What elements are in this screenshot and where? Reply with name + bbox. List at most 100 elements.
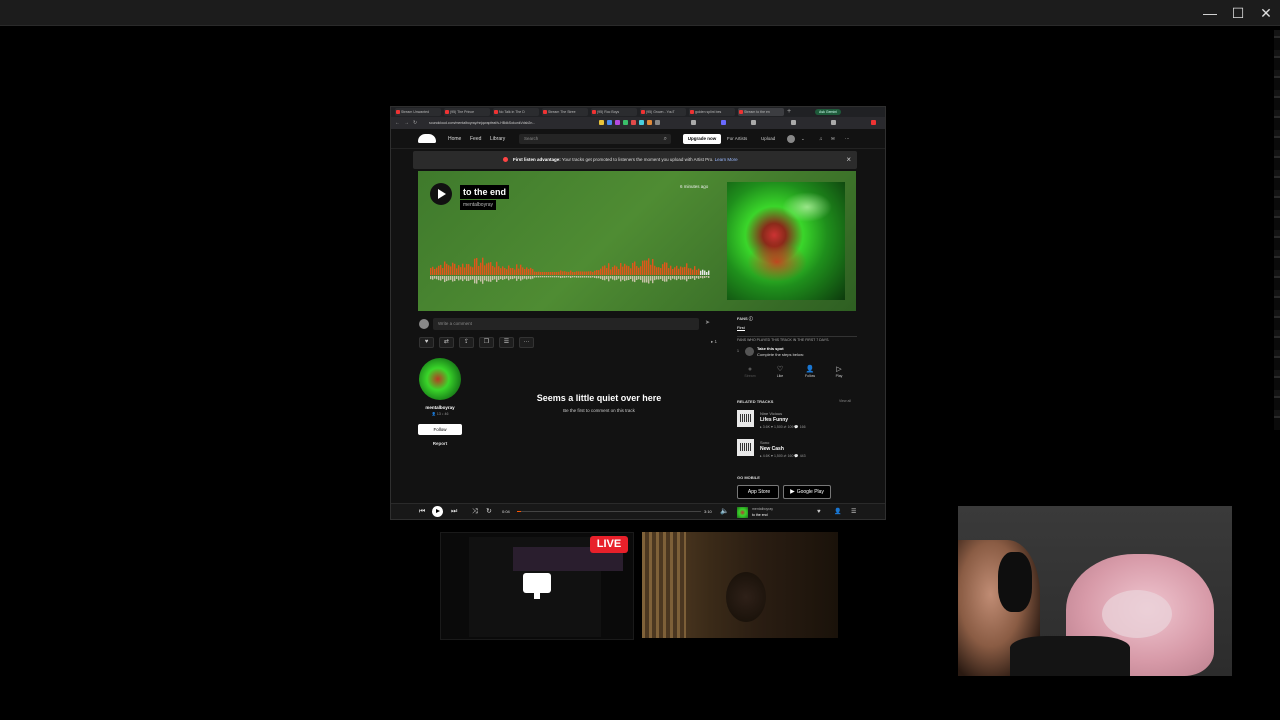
learn-more-link[interactable]: Learn More <box>715 157 738 162</box>
player-play-button[interactable] <box>432 506 443 517</box>
share-button[interactable]: ⇪ <box>459 337 474 348</box>
extension-icon[interactable] <box>871 120 876 125</box>
more-button[interactable]: ··· <box>519 337 534 348</box>
extension-icon[interactable] <box>721 120 726 125</box>
extension-icon[interactable] <box>607 120 612 125</box>
tab-item[interactable]: (95) The Prince <box>444 108 490 116</box>
user-icon[interactable]: 👤 <box>834 507 841 517</box>
mail-icon[interactable]: ✉ <box>831 135 835 143</box>
upload-link[interactable]: Upload <box>761 135 775 143</box>
previous-icon[interactable]: ⏮ <box>419 507 425 517</box>
tab-item[interactable]: No Talk in The D <box>493 108 539 116</box>
add-to-playlist-button[interactable]: ☰ <box>499 337 514 348</box>
tab-item[interactable]: Stream Unwanted <box>395 108 441 116</box>
url-field[interactable]: soundcloud.com/mentalboyray/nnjqwapfeaf/… <box>429 119 559 127</box>
tab-item[interactable]: golden splint bes <box>689 108 735 116</box>
nav-library[interactable]: Library <box>490 135 505 143</box>
waveform-reflection <box>602 276 604 280</box>
waveform-bar <box>690 268 692 275</box>
copy-link-button[interactable]: ❐ <box>479 337 494 348</box>
waveform-bar <box>500 268 502 275</box>
extension-icon[interactable] <box>623 120 628 125</box>
chevron-down-icon[interactable]: ⌄ <box>801 135 805 143</box>
player-title[interactable]: to the end <box>752 513 768 517</box>
more-icon[interactable]: ⋯ <box>845 135 850 143</box>
waveform-reflection <box>480 276 482 282</box>
waveform-reflection <box>652 276 654 284</box>
progress-bar[interactable] <box>517 511 701 512</box>
google-play-button[interactable]: ▶ Google Play <box>783 485 831 499</box>
extension-icon[interactable] <box>655 120 660 125</box>
waveform-bar <box>646 260 648 275</box>
like-button[interactable]: ♥ <box>419 337 434 348</box>
tab-item[interactable]: (95) Roc Boys <box>591 108 637 116</box>
tab-item-active[interactable]: Stream to the en <box>738 108 784 116</box>
search-icon[interactable]: ⌕ <box>664 134 667 144</box>
nav-home[interactable]: Home <box>448 135 461 143</box>
back-icon[interactable]: ← <box>395 119 400 127</box>
related-title[interactable]: Lifes Funny <box>760 417 788 423</box>
fan-step-like[interactable]: ♡ Like <box>769 365 791 378</box>
fan-step-play[interactable]: ▷ Play <box>828 365 850 378</box>
comment-input[interactable]: Write a comment <box>433 318 699 330</box>
send-icon[interactable]: ➤ <box>705 319 710 326</box>
tab-first[interactable]: First <box>737 325 745 331</box>
avatar[interactable] <box>787 135 795 143</box>
waveform-bar <box>700 270 702 275</box>
extension-icon[interactable] <box>691 120 696 125</box>
extension-icon[interactable] <box>599 120 604 125</box>
artist-name[interactable]: mentalboyray <box>413 405 467 410</box>
waveform-bar <box>610 269 612 275</box>
repeat-icon[interactable]: ↻ <box>486 507 492 517</box>
related-title[interactable]: New Cash <box>760 446 784 452</box>
queue-icon[interactable]: ☰ <box>851 507 856 517</box>
waveform-bar <box>448 265 450 275</box>
close-icon[interactable]: × <box>846 154 851 166</box>
view-all-link[interactable]: View all <box>839 399 851 403</box>
artist-avatar[interactable] <box>419 358 461 400</box>
forward-icon[interactable]: → <box>404 119 409 127</box>
app-store-button[interactable]: App Store <box>737 485 779 499</box>
maximize-button[interactable]: ☐ <box>1224 0 1252 26</box>
waveform[interactable] <box>430 253 712 287</box>
player-artist[interactable]: mentalboyray <box>752 507 773 511</box>
play-button[interactable] <box>430 183 452 205</box>
related-artwork[interactable] <box>737 439 754 456</box>
nav-feed[interactable]: Feed <box>470 135 481 143</box>
extension-icon[interactable] <box>791 120 796 125</box>
player-artwork[interactable] <box>737 507 748 518</box>
extension-icon[interactable] <box>631 120 636 125</box>
repost-button[interactable]: ⇄ <box>439 337 454 348</box>
extension-icon[interactable] <box>647 120 652 125</box>
search-input[interactable]: Search ⌕ <box>519 134 671 144</box>
close-button[interactable]: ✕ <box>1252 0 1280 26</box>
upgrade-button[interactable]: Upgrade now <box>683 134 721 144</box>
related-artist[interactable]: Nine Vicious <box>760 411 782 416</box>
profile-icon[interactable] <box>831 120 836 125</box>
next-icon[interactable]: ⏭ <box>451 507 457 517</box>
ask-gemini-button[interactable]: Ask Gemini <box>815 109 841 115</box>
heart-icon[interactable]: ♥ <box>817 507 821 517</box>
volume-icon[interactable]: 🔈 <box>720 507 729 517</box>
follow-button[interactable]: Follow <box>418 424 462 435</box>
artist-stats: 👤 13 ♪ 46 <box>431 412 449 416</box>
extension-icon[interactable] <box>639 120 644 125</box>
related-artist[interactable]: Sono <box>760 440 769 445</box>
extension-icon[interactable] <box>751 120 756 125</box>
extension-icon[interactable] <box>615 120 620 125</box>
reload-icon[interactable]: ↻ <box>413 119 417 127</box>
track-artist[interactable]: mentalboyray <box>460 200 497 210</box>
bell-icon[interactable]: ♫ <box>819 135 822 143</box>
report-link[interactable]: Report <box>413 441 467 446</box>
waveform-reflection <box>644 276 646 283</box>
minimize-button[interactable]: — <box>1196 0 1224 26</box>
tab-item[interactable]: (95) Grown - YouT <box>640 108 686 116</box>
shuffle-icon[interactable]: ⤨ <box>472 507 478 517</box>
waveform-bar <box>614 265 616 275</box>
related-artwork[interactable] <box>737 410 754 427</box>
fan-step-follow[interactable]: 👤 Follow <box>799 365 821 378</box>
soundcloud-logo-icon[interactable] <box>418 134 436 143</box>
tab-item[interactable]: Stream The Stree <box>542 108 588 116</box>
for-artists-link[interactable]: For Artists <box>727 135 747 143</box>
new-tab-button[interactable]: + <box>787 107 791 117</box>
